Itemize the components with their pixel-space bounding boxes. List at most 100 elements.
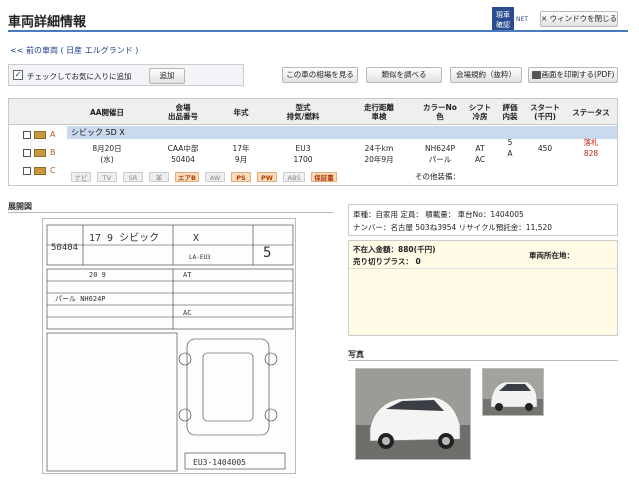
equipment-badge: AW	[205, 172, 225, 182]
svg-text:LA-EU3: LA-EU3	[189, 254, 211, 261]
photos-section-title: 写真	[348, 350, 364, 359]
vehicle-info-box: 車種：自家用 定員： 積載量： 車台No：1404005 ナンバー：名古屋 50…	[348, 204, 618, 236]
cell-status: 落札 828	[565, 137, 617, 159]
svg-text:17 9 シビック: 17 9 シビック	[89, 232, 159, 244]
svg-text:AC: AC	[183, 309, 191, 317]
equipment-badge: SR	[123, 172, 143, 182]
displacement: 1700	[293, 155, 313, 164]
auction-sheet-drawing: 50404 17 9 シビック X 5 LA-EU3 20 9 AT パール N…	[46, 224, 294, 472]
auction-sheet-image: 50404 17 9 シビック X 5 LA-EU3 20 9 AT パール N…	[42, 218, 296, 474]
favorite-label: チェックしてお気に入りに追加	[27, 72, 132, 81]
color-code: NH624P	[424, 144, 456, 153]
equipment-badge: ABS	[283, 172, 305, 182]
col-grade: 評価 内装	[502, 103, 518, 121]
price-box: 不在入金額：880(千円) 売り切りプラス： 0 車両所在地：	[348, 240, 618, 336]
select-checkbox-a[interactable]	[23, 131, 31, 139]
svg-text:5: 5	[263, 245, 271, 261]
col-type: 型式 排気/燃料	[286, 103, 320, 121]
add-favorite-button[interactable]: 追加	[149, 68, 185, 84]
shift: AT	[475, 144, 485, 153]
model-month: 9月	[234, 155, 248, 164]
row-label-a: A	[50, 130, 56, 139]
close-window-button[interactable]: × ウィンドウを閉じる	[540, 11, 618, 27]
folder-icon	[34, 149, 46, 157]
svg-text:確認: 確認	[496, 20, 510, 29]
svg-text:X: X	[193, 233, 199, 244]
equipment-badge: 革	[149, 172, 169, 182]
auction-weekday: (水)	[100, 155, 114, 164]
page-title: 車両詳細情報	[8, 15, 87, 30]
svg-text:EU3-1404005: EU3-1404005	[193, 458, 246, 467]
cell-venue: CAA中部 50404	[147, 143, 219, 165]
section-divider	[348, 360, 618, 361]
car-photo-front[interactable]	[355, 368, 471, 460]
market-price-button[interactable]: この車の相場を見る	[282, 67, 358, 83]
equipment-badge: PW	[257, 172, 277, 182]
print-pdf-label: 画面を印刷する(PDF)	[541, 70, 615, 79]
table-header: AA開催日 会場 出品番号 年式 型式 排気/燃料 走行距離 車検 カラーNo …	[9, 99, 617, 125]
vehicle-table: AA開催日 会場 出品番号 年式 型式 排気/燃料 走行距離 車検 カラーNo …	[8, 98, 618, 186]
similar-search-button[interactable]: 類似を調べる	[366, 67, 442, 83]
col-date: AA開催日	[89, 107, 125, 117]
col-color: カラーNo 色	[423, 103, 457, 121]
start-price: 450	[537, 144, 553, 153]
status-label: 落札	[583, 138, 599, 147]
printer-icon	[532, 71, 541, 79]
folder-icon	[34, 131, 46, 139]
equipment-badge: エアB	[175, 172, 199, 182]
venue-terms-button[interactable]: 会場規約（抜粋）	[450, 67, 522, 83]
inspection: 20年9月	[364, 155, 394, 164]
equipment-badge: PS	[231, 172, 251, 182]
cell-mileage: 24千km 20年9月	[343, 143, 415, 165]
row-label-b: B	[50, 148, 56, 157]
svg-text:NET: NET	[516, 16, 528, 23]
equipment-badge: 保証書	[311, 172, 337, 182]
title-divider	[8, 30, 628, 32]
favorite-checkbox[interactable]: ✓	[13, 70, 23, 80]
info-line-1: 車種：自家用 定員： 積載量： 車台No：1404005	[353, 210, 524, 219]
model-name: シビック 5D X	[71, 128, 125, 137]
model-row: シビック 5D X	[67, 126, 617, 139]
interior-grade: A	[507, 149, 513, 158]
chassis-type: EU3	[295, 144, 311, 153]
price-header: 不在入金額：880(千円) 売り切りプラス： 0 車両所在地：	[349, 241, 617, 269]
row-label-c: C	[50, 166, 56, 175]
col-status: ステータス	[572, 107, 610, 117]
other-equipment-label: その他装備：	[415, 172, 460, 181]
cell-type: EU3 1700	[263, 143, 343, 165]
select-checkbox-b[interactable]	[23, 149, 31, 157]
col-venue: 会場 出品番号	[168, 103, 198, 121]
cell-color: NH624P パール	[415, 143, 465, 165]
folder-icon	[34, 167, 46, 175]
absent-bid-amount: 不在入金額：880(千円)	[353, 245, 436, 254]
equipment-badge: TV	[97, 172, 117, 182]
mileage: 24千km	[364, 144, 394, 153]
sold-price: 828	[583, 149, 599, 158]
cell-year: 17年 9月	[219, 143, 263, 165]
svg-text:50404: 50404	[51, 243, 78, 253]
info-line-2: ナンバー：名古屋 503ね3954 リサイクル預託金：11,520	[353, 223, 553, 232]
print-pdf-button[interactable]: 画面を印刷する(PDF)	[528, 67, 618, 83]
favorites-bar: ✓ チェックしてお気に入りに追加 追加	[8, 64, 244, 86]
venue-name: CAA中部	[167, 144, 199, 153]
select-checkbox-c[interactable]	[23, 167, 31, 175]
svg-text:パール NH624P: パール NH624P	[55, 295, 106, 303]
genshakakunin-logo: 現車 確認 NET	[492, 7, 530, 31]
lot-number: 50404	[171, 155, 195, 164]
svg-text:20 9: 20 9	[89, 271, 106, 279]
cell-date: 8月20日 (水)	[67, 143, 147, 165]
section-divider	[8, 212, 334, 213]
air-con: AC	[474, 155, 486, 164]
previous-vehicle-link[interactable]: << 前の車両 ( 日産 エルグランド )	[10, 45, 138, 56]
color-name: パール	[428, 155, 452, 164]
col-start: スタート (千円)	[530, 103, 560, 121]
svg-text:現車: 現車	[496, 10, 510, 19]
cell-grade: 5 A	[495, 137, 525, 159]
svg-text:AT: AT	[183, 271, 192, 279]
car-photo-rear[interactable]	[482, 368, 544, 416]
col-shift: シフト 冷房	[468, 103, 492, 121]
col-year: 年式	[233, 107, 249, 117]
sell-plus: 売り切りプラス： 0	[353, 257, 421, 266]
equipment-badge: ナビ	[71, 172, 91, 182]
grade: 5	[507, 138, 513, 147]
